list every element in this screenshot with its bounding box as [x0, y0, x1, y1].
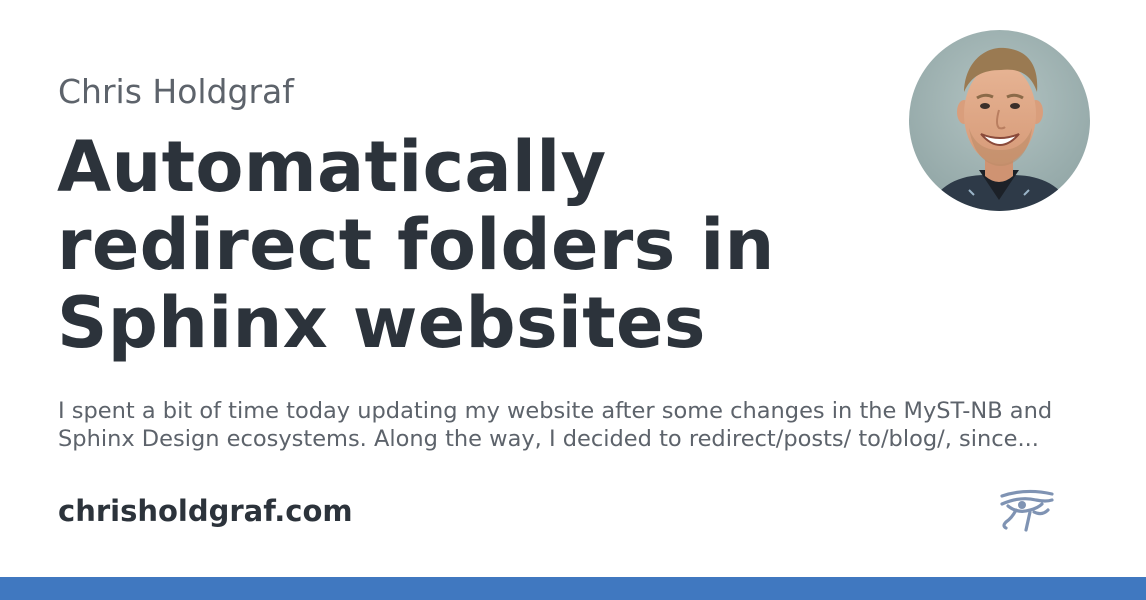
avatar-photo-icon	[909, 30, 1090, 211]
author-name: Chris Holdgraf	[58, 72, 294, 111]
site-domain: chrisholdgraf.com	[58, 494, 353, 528]
page-title: Automatically redirect folders in Sphinx…	[57, 126, 775, 364]
eye-of-horus-icon	[996, 488, 1056, 534]
accent-bar	[0, 577, 1146, 600]
avatar	[909, 30, 1090, 211]
post-description: I spent a bit of time today updating my …	[58, 398, 1053, 452]
